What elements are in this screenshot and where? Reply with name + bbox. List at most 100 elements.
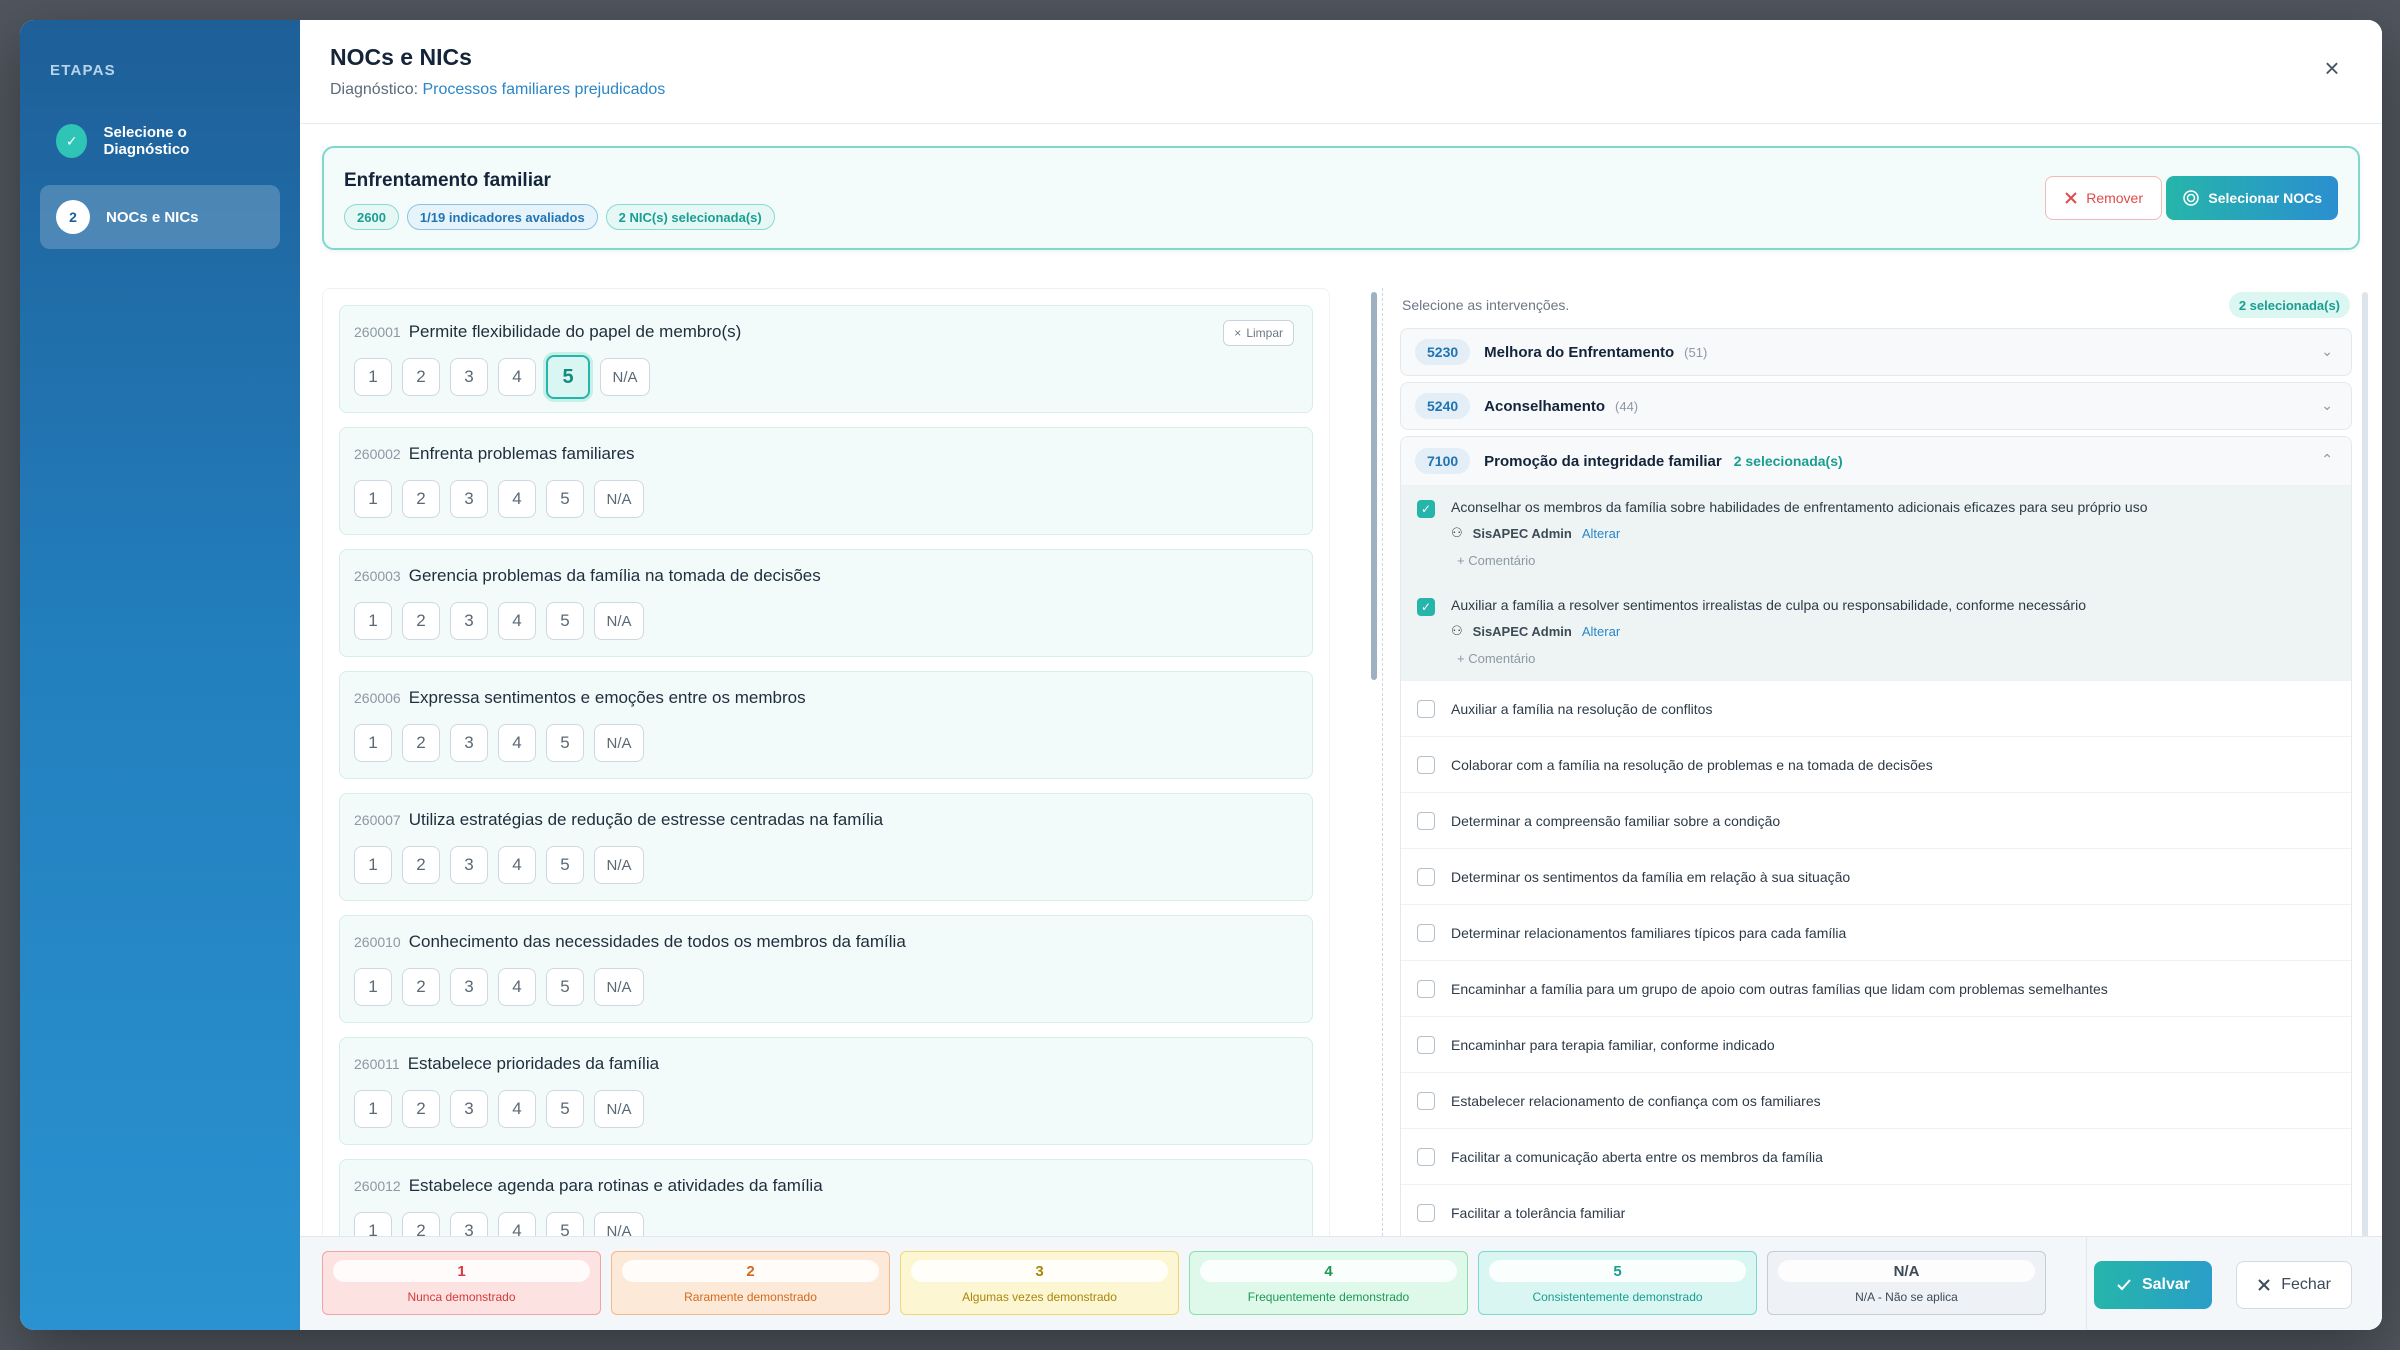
score-option-2[interactable]: 2 xyxy=(402,480,440,518)
score-option-2[interactable]: 2 xyxy=(402,1090,440,1128)
score-option-3[interactable]: 3 xyxy=(450,480,488,518)
close-label: Fechar xyxy=(2281,1276,2331,1293)
checkbox-checked[interactable]: ✓ xyxy=(1417,500,1435,518)
interventions-count-badge: 2 selecionada(s) xyxy=(2228,292,2350,318)
score-option-na[interactable]: N/A xyxy=(594,724,644,762)
activity-item[interactable]: Facilitar a tolerância familiar xyxy=(1401,1185,2351,1241)
score-option-5[interactable]: 5 xyxy=(546,724,584,762)
close-icon[interactable]: × xyxy=(2322,55,2342,81)
checkbox[interactable] xyxy=(1417,1148,1435,1166)
score-options: 1 2 3 4 5 N/A xyxy=(354,968,1298,1006)
checkbox[interactable] xyxy=(1417,924,1435,942)
checkbox[interactable] xyxy=(1417,1036,1435,1054)
activity-item[interactable]: Colaborar com a família na resolução de … xyxy=(1401,737,2351,793)
indicator-header: 260007 Utiliza estratégias de redução de … xyxy=(354,810,1298,830)
interventions-scrollbar[interactable] xyxy=(2362,292,2368,1252)
checkbox-checked[interactable]: ✓ xyxy=(1417,598,1435,616)
score-option-1[interactable]: 1 xyxy=(354,1090,392,1128)
checkbox[interactable] xyxy=(1417,868,1435,886)
score-option-1[interactable]: 1 xyxy=(354,480,392,518)
save-label: Salvar xyxy=(2141,1276,2190,1293)
score-option-4[interactable]: 4 xyxy=(498,1090,536,1128)
score-option-4[interactable]: 4 xyxy=(498,480,536,518)
score-option-2[interactable]: 2 xyxy=(402,968,440,1006)
score-option-1[interactable]: 1 xyxy=(354,968,392,1006)
nic-row[interactable]: 5230 Melhora do Enfrentamento (51) ⌄ xyxy=(1400,328,2352,376)
score-option-1[interactable]: 1 xyxy=(354,358,392,396)
chevron-down-icon: ⌄ xyxy=(2321,343,2333,359)
activity-item[interactable]: Estabelecer relacionamento de confiança … xyxy=(1401,1073,2351,1129)
score-option-2[interactable]: 2 xyxy=(402,724,440,762)
score-option-4[interactable]: 4 xyxy=(498,846,536,884)
select-nocs-button[interactable]: Selecionar NOCs xyxy=(2166,176,2338,220)
score-option-3[interactable]: 3 xyxy=(450,846,488,884)
score-option-na[interactable]: N/A xyxy=(594,846,644,884)
score-option-1[interactable]: 1 xyxy=(354,724,392,762)
activity-text: Determinar os sentimentos da família em … xyxy=(1451,868,1851,885)
checkbox[interactable] xyxy=(1417,756,1435,774)
nic-activity-count: (44) xyxy=(1615,398,1639,414)
score-option-4[interactable]: 4 xyxy=(498,968,536,1006)
score-option-2[interactable]: 2 xyxy=(402,602,440,640)
alter-link[interactable]: Alterar xyxy=(1582,624,1620,639)
legend-label: Consistentemente demonstrado xyxy=(1532,1290,1703,1304)
legend-item-5: 5 Consistentemente demonstrado xyxy=(1478,1251,1757,1315)
activity-item-checked[interactable]: ✓ Aconselhar os membros da família sobre … xyxy=(1401,485,2351,583)
activity-item[interactable]: Determinar a compreensão familiar sobre … xyxy=(1401,793,2351,849)
score-option-5[interactable]: 5 xyxy=(546,480,584,518)
indicator-label: Conhecimento das necessidades de todos o… xyxy=(408,932,906,951)
nics-selected-chip: 2 NIC(s) selecionada(s) xyxy=(605,204,775,230)
score-option-5[interactable]: 5 xyxy=(546,846,584,884)
activity-item[interactable]: Auxiliar a família na resolução de confl… xyxy=(1401,681,2351,737)
activity-item-checked[interactable]: ✓ Auxiliar a família a resolver sentiment… xyxy=(1401,583,2351,681)
score-option-5[interactable]: 5 xyxy=(546,1090,584,1128)
checked-activities: ✓ Aconselhar os membros da família sobre … xyxy=(1401,485,2351,681)
score-option-5[interactable]: 5 xyxy=(546,602,584,640)
score-option-1[interactable]: 1 xyxy=(354,602,392,640)
score-option-3[interactable]: 3 xyxy=(450,1090,488,1128)
score-option-5[interactable]: 5 xyxy=(546,355,590,399)
save-button[interactable]: Salvar xyxy=(2093,1261,2212,1309)
score-option-4[interactable]: 4 xyxy=(498,602,536,640)
score-option-4[interactable]: 4 xyxy=(498,358,536,396)
score-option-na[interactable]: N/A xyxy=(594,602,644,640)
step-nocs-nics[interactable]: 2 NOCs e NICs xyxy=(40,185,280,249)
checkbox[interactable] xyxy=(1417,980,1435,998)
score-option-4[interactable]: 4 xyxy=(498,724,536,762)
checkbox[interactable] xyxy=(1417,812,1435,830)
activity-item[interactable]: Determinar relacionamentos familiares tí… xyxy=(1401,905,2351,961)
add-comment-link[interactable]: + Comentário xyxy=(1451,651,2086,666)
score-option-2[interactable]: 2 xyxy=(402,846,440,884)
activity-item[interactable]: Determinar os sentimentos da família em … xyxy=(1401,849,2351,905)
checkbox[interactable] xyxy=(1417,1092,1435,1110)
score-option-1[interactable]: 1 xyxy=(354,846,392,884)
checkbox[interactable] xyxy=(1417,700,1435,718)
score-option-na[interactable]: N/A xyxy=(594,480,644,518)
legend-label: N/A - Não se aplica xyxy=(1855,1290,1958,1304)
score-options: 1 2 3 4 5 N/A xyxy=(354,846,1298,884)
score-option-3[interactable]: 3 xyxy=(450,968,488,1006)
close-button[interactable]: Fechar xyxy=(2236,1261,2352,1309)
add-comment-link[interactable]: + Comentário xyxy=(1451,553,2148,568)
score-option-5[interactable]: 5 xyxy=(546,968,584,1006)
score-option-3[interactable]: 3 xyxy=(450,358,488,396)
indicators-scrollbar[interactable] xyxy=(1371,292,1377,680)
score-option-2[interactable]: 2 xyxy=(402,358,440,396)
step-select-diagnosis[interactable]: ✓ Selecione o Diagnóstico xyxy=(40,109,280,173)
diagnosis-link[interactable]: Processos familiares prejudicados xyxy=(423,81,666,98)
remove-noc-button[interactable]: Remover xyxy=(2045,176,2162,220)
score-option-3[interactable]: 3 xyxy=(450,602,488,640)
score-option-na[interactable]: N/A xyxy=(600,358,650,396)
clear-button[interactable]: × Limpar xyxy=(1223,320,1294,346)
score-option-na[interactable]: N/A xyxy=(594,968,644,1006)
alter-link[interactable]: Alterar xyxy=(1582,526,1620,541)
nic-row-open[interactable]: 7100 Promoção da integridade familiar 2 … xyxy=(1401,437,2351,485)
nic-row[interactable]: 5240 Aconselhamento (44) ⌄ xyxy=(1400,382,2352,430)
activity-item[interactable]: Encaminhar a família para um grupo de ap… xyxy=(1401,961,2351,1017)
checkbox[interactable] xyxy=(1417,1204,1435,1222)
score-option-3[interactable]: 3 xyxy=(450,724,488,762)
activity-item[interactable]: Facilitar a comunicação aberta entre os … xyxy=(1401,1129,2351,1185)
indicator-code: 260006 xyxy=(354,690,401,706)
score-option-na[interactable]: N/A xyxy=(594,1090,644,1128)
activity-item[interactable]: Encaminhar para terapia familiar, confor… xyxy=(1401,1017,2351,1073)
